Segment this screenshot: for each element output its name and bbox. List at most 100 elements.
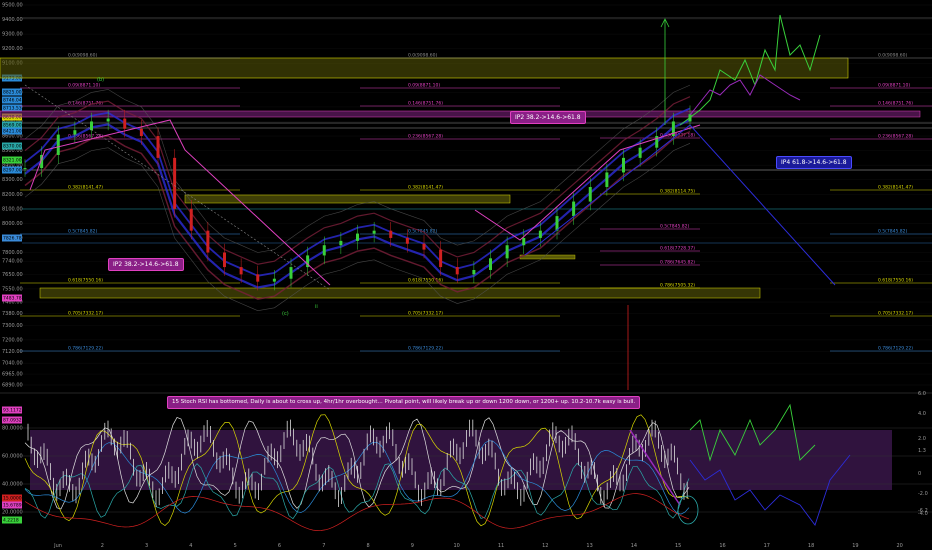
fib-level-label: 0.618(7550.16) bbox=[68, 278, 103, 284]
candle-body bbox=[156, 136, 160, 158]
price-tick-label: 8300.00 bbox=[2, 177, 23, 183]
candle-body bbox=[472, 269, 476, 275]
time-tick-label: Jun bbox=[53, 543, 62, 549]
fib-level-label: 0.786(7129.22) bbox=[408, 346, 443, 352]
time-tick-label: 3 bbox=[145, 543, 148, 549]
price-tag-label: 8321.00 bbox=[3, 158, 22, 164]
stoch-tick-label: 20.0000 bbox=[2, 510, 23, 516]
stoch-tag-label: 93.1172 bbox=[3, 408, 22, 414]
stoch-right-tick: 4.0 bbox=[918, 411, 926, 417]
stoch-band bbox=[30, 430, 892, 490]
candle-body bbox=[206, 230, 210, 253]
fib-level-label: 0.09(8871.10) bbox=[68, 83, 100, 89]
price-tick-label: 7800.00 bbox=[2, 250, 23, 256]
time-tick-label: 2 bbox=[101, 543, 104, 549]
price-tick-label: 7120.00 bbox=[2, 349, 23, 355]
time-tick-label: 9 bbox=[411, 543, 414, 549]
price-tag-label: 8370.00 bbox=[3, 144, 22, 150]
candle-body bbox=[189, 208, 193, 231]
fib-level-label: 0.146(8751.76) bbox=[408, 101, 443, 107]
time-tick-label: 13 bbox=[586, 543, 592, 549]
fib-level-label: 0.382(8141.47) bbox=[878, 185, 913, 191]
candle-body bbox=[23, 168, 27, 170]
time-tick-label: 4 bbox=[189, 543, 192, 549]
time-tick-label: 18 bbox=[808, 543, 814, 549]
candle-body bbox=[572, 201, 576, 217]
fib-level-label: 0.236(8567.28) bbox=[878, 134, 913, 140]
fib-level-label: 0.09(8871.10) bbox=[878, 83, 910, 89]
price-tick-label: 7040.00 bbox=[2, 361, 23, 367]
stoch-right-tick: 6.0 bbox=[918, 391, 926, 397]
price-tag-label: 7483.78 bbox=[3, 296, 22, 302]
candle-body bbox=[522, 237, 526, 246]
mid-fib-label: 0.786(7505.32) bbox=[660, 283, 695, 289]
price-tick-label: 7300.00 bbox=[2, 323, 23, 329]
ip4-note: IP4 61.8->14.6->61.8 bbox=[776, 156, 852, 169]
supply-zone-top bbox=[0, 57, 849, 79]
price-tick-label: 9200.00 bbox=[2, 46, 23, 52]
stoch-right-tick: 0 bbox=[918, 471, 921, 477]
candle-body bbox=[405, 237, 409, 244]
time-tick-label: 7 bbox=[322, 543, 325, 549]
time-tick-label: 5 bbox=[234, 543, 237, 549]
stoch-right-tick: -6.2 bbox=[918, 508, 928, 514]
time-tick-label: 19 bbox=[852, 543, 858, 549]
stoch-tag-label: 87.0932 bbox=[3, 418, 22, 424]
candle-body bbox=[239, 267, 243, 275]
demand-zone-bottom bbox=[39, 287, 761, 299]
fib-level-label: 0.0(9098.60) bbox=[878, 53, 908, 59]
time-tick-label: 17 bbox=[764, 543, 770, 549]
yellow-zone-mid bbox=[184, 194, 511, 204]
fib-level-label: 0.705(7332.17) bbox=[878, 311, 913, 317]
time-tick-label: 20 bbox=[897, 543, 903, 549]
candle-body bbox=[505, 245, 509, 259]
rsi-note: 15 Stoch RSI has bottomed, Daily is abou… bbox=[167, 396, 641, 409]
price-tag-label: 8421.00 bbox=[3, 129, 22, 135]
mid-fib-label: 0.618(7728.37) bbox=[660, 246, 695, 252]
candle-body bbox=[289, 267, 293, 279]
stoch-right-tick: 1.3 bbox=[918, 448, 926, 454]
time-tick-label: 15 bbox=[675, 543, 681, 549]
candle-body bbox=[389, 230, 393, 238]
stoch-tick-label: 80.0000 bbox=[2, 426, 23, 432]
time-tick-label: 11 bbox=[498, 543, 504, 549]
price-tick-label: 9500.00 bbox=[2, 3, 23, 9]
time-tick-label: 16 bbox=[719, 543, 725, 549]
time-tick-label: 10 bbox=[454, 543, 460, 549]
candle-body bbox=[605, 172, 609, 187]
price-tick-label: 7380.00 bbox=[2, 311, 23, 317]
candle-body bbox=[356, 233, 359, 241]
fib-level-label: 0.5(7845.82) bbox=[878, 229, 908, 235]
ip2-left-note: IP2 38.2->14.6->61.8 bbox=[108, 258, 184, 271]
candle-body bbox=[139, 128, 143, 137]
candle-body bbox=[272, 278, 276, 282]
fib-level-label: 0.0(9098.60) bbox=[68, 53, 98, 59]
time-tick-label: 12 bbox=[542, 543, 548, 549]
price-tick-label: 8200.00 bbox=[2, 192, 23, 198]
candle-body bbox=[123, 118, 127, 129]
candle-body bbox=[73, 130, 77, 135]
price-tick-label: 9300.00 bbox=[2, 32, 23, 38]
time-tick-label: 6 bbox=[278, 543, 281, 549]
price-tag-label: 8746.04 bbox=[3, 98, 22, 104]
fib-level-label: 0.146(8751.76) bbox=[878, 101, 913, 107]
wave-ii-label: ii bbox=[315, 304, 318, 310]
candle-body bbox=[106, 118, 110, 122]
fib-level-label: 0.382(8141.47) bbox=[408, 185, 443, 191]
wave-b-label: (b) bbox=[97, 77, 105, 83]
price-tag-label: 8297.00 bbox=[3, 168, 22, 174]
candle-body bbox=[173, 157, 177, 209]
price-tick-label: 7650.00 bbox=[2, 272, 23, 278]
mid-fib-label: 0.5(7845.82) bbox=[660, 224, 690, 230]
price-tick-label: 8000.00 bbox=[2, 221, 23, 227]
price-tag-label: 8825.00 bbox=[3, 90, 22, 96]
fib-level-label: 0.705(7332.17) bbox=[68, 311, 103, 317]
time-tick-label: 14 bbox=[631, 543, 637, 549]
candle-body bbox=[56, 134, 60, 155]
wave-c-label: (c) bbox=[282, 311, 289, 317]
fib-level-label: 0.236(8567.28) bbox=[408, 134, 443, 140]
fib-level-label: 0.786(7129.22) bbox=[68, 346, 103, 352]
fib-level-label: 0.0(9098.60) bbox=[408, 53, 438, 59]
fib-level-label: 0.382(8141.47) bbox=[68, 185, 103, 191]
price-tick-label: 8100.00 bbox=[2, 206, 23, 212]
